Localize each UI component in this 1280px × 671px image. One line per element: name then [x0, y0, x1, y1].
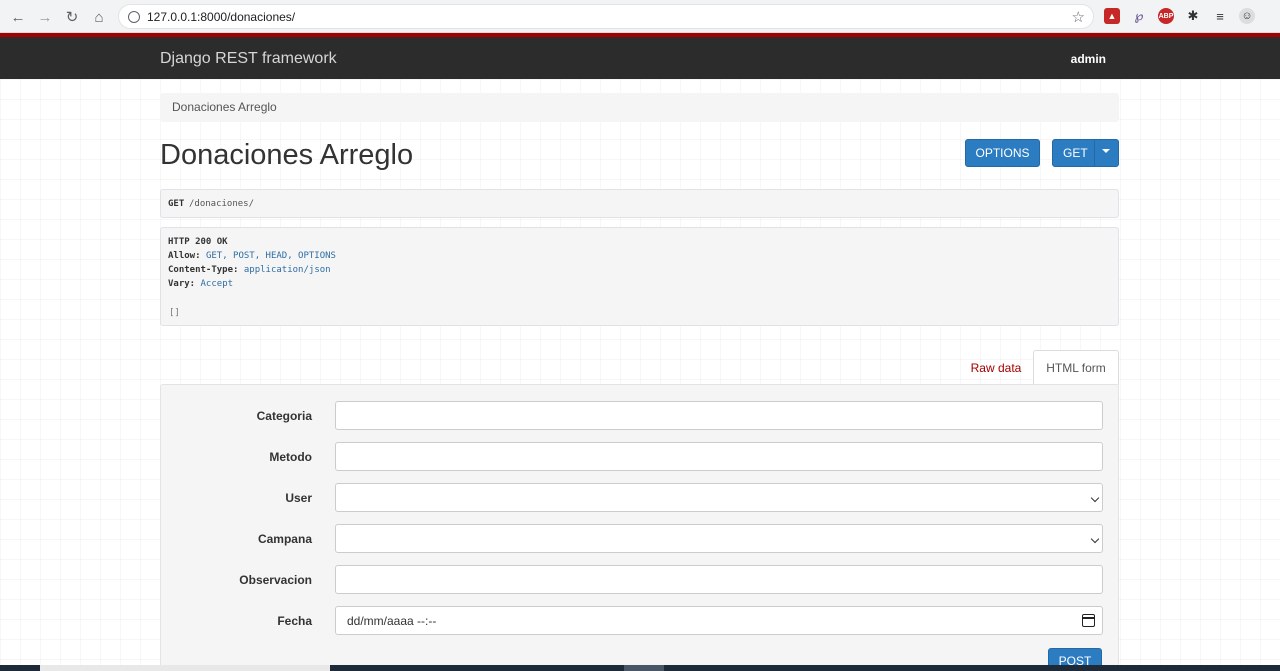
playlist-icon[interactable]: ≡ [1212, 8, 1228, 24]
bookmark-star-icon[interactable]: ☆ [1072, 8, 1085, 26]
info-icon[interactable] [128, 11, 140, 23]
response-status: HTTP 200 OK [168, 237, 228, 247]
field-label: Fecha [277, 614, 312, 628]
response-body: [] [169, 308, 180, 318]
taskbar [0, 665, 1280, 671]
form-row-fecha: Fecha dd/mm/aaaa --:-- [161, 606, 1120, 636]
header-key: Allow: [168, 251, 201, 261]
user-select[interactable] [335, 483, 1103, 512]
form-row-campana: Campana [161, 524, 1120, 554]
response-header: Content-Type: application/json [168, 265, 331, 275]
home-icon[interactable]: ⌂ [88, 6, 110, 28]
pencil-icon[interactable]: ℘ [1131, 8, 1147, 24]
request-info: GET /donaciones/ [160, 189, 1119, 218]
response-header: Allow: GET, POST, HEAD, OPTIONS [168, 251, 336, 261]
form-row-categoria: Categoria [161, 401, 1120, 431]
get-button-label[interactable]: GET [1063, 146, 1088, 160]
form-row-user: User [161, 483, 1120, 513]
response-info: HTTP 200 OK Allow: GET, POST, HEAD, OPTI… [160, 227, 1119, 326]
abp-icon[interactable]: ABP [1158, 8, 1174, 24]
form-row-metodo: Metodo [161, 442, 1120, 472]
header-key: Content-Type: [168, 265, 239, 275]
get-button[interactable]: GET [1052, 139, 1119, 167]
page-title: Donaciones Arreglo [160, 139, 414, 171]
field-label: Categoria [256, 409, 312, 423]
button-divider [1094, 140, 1095, 166]
navbar: Django REST framework admin [0, 33, 1280, 79]
campana-select[interactable] [335, 524, 1103, 553]
tab-html-form[interactable]: HTML form [1033, 350, 1119, 385]
page-content: Donaciones Arreglo Donaciones Arreglo OP… [0, 79, 1280, 671]
breadcrumb: Donaciones Arreglo [160, 93, 1119, 122]
calendar-icon[interactable] [1082, 614, 1095, 627]
taskbar-item[interactable] [624, 665, 664, 671]
options-button[interactable]: OPTIONS [965, 139, 1040, 167]
user-menu[interactable]: admin [1071, 52, 1106, 66]
field-label: Observacion [239, 573, 312, 587]
field-label: Metodo [269, 450, 312, 464]
taskbar-item[interactable] [40, 665, 330, 671]
header-value: GET, POST, HEAD, OPTIONS [205, 251, 336, 261]
request-path: /donaciones/ [189, 199, 255, 209]
field-label: Campana [257, 532, 312, 546]
tab-raw-data[interactable]: Raw data [960, 350, 1032, 385]
html-form: Categoria Metodo User Campana Observacio… [160, 384, 1119, 671]
header-value: application/json [243, 265, 331, 275]
header-key: Vary: [168, 279, 196, 289]
address-bar[interactable]: 127.0.0.1:8000/donaciones/ ☆ [118, 4, 1094, 29]
back-icon[interactable]: ← [7, 6, 29, 28]
observacion-input[interactable] [335, 565, 1103, 594]
brand-link[interactable]: Django REST framework [160, 50, 337, 68]
chevron-down-icon[interactable] [1090, 493, 1100, 503]
reload-icon[interactable]: ↻ [61, 6, 83, 28]
categoria-input[interactable] [335, 401, 1103, 430]
puzzle-icon[interactable]: ✱ [1185, 8, 1201, 24]
date-value: dd/mm/aaaa --:-- [347, 613, 437, 628]
response-header: Vary: Accept [168, 279, 233, 289]
pdf-icon[interactable]: ▲ [1104, 8, 1120, 24]
request-method: GET [168, 199, 185, 209]
profile-icon[interactable]: ☺ [1239, 8, 1255, 24]
metodo-input[interactable] [335, 442, 1103, 471]
browser-toolbar: ← → ↻ ⌂ 127.0.0.1:8000/donaciones/ ☆ ▲ ℘… [0, 0, 1280, 33]
caret-down-icon[interactable] [1102, 149, 1110, 153]
form-row-observacion: Observacion [161, 565, 1120, 595]
fecha-input[interactable]: dd/mm/aaaa --:-- [335, 606, 1103, 635]
breadcrumb-item[interactable]: Donaciones Arreglo [172, 100, 277, 114]
field-label: User [285, 491, 312, 505]
url-text[interactable]: 127.0.0.1:8000/donaciones/ [147, 10, 295, 24]
header-value: Accept [200, 279, 234, 289]
chevron-down-icon[interactable] [1090, 534, 1100, 544]
forward-icon[interactable]: → [34, 6, 56, 28]
